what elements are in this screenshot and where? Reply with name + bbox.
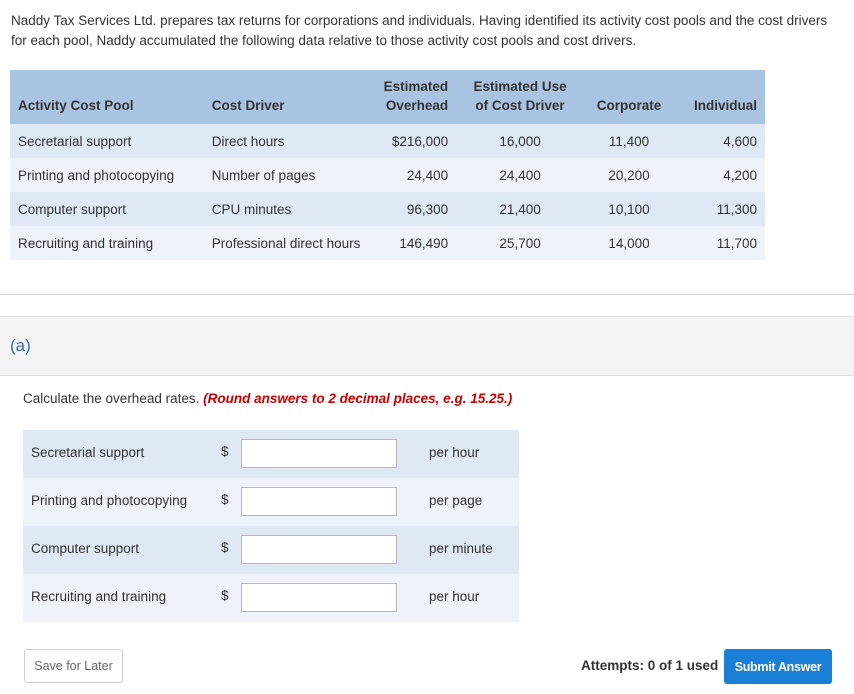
rate-input-recruiting[interactable] (241, 583, 397, 612)
answer-label: Secretarial support (31, 445, 145, 460)
cell-corporate: 20,200 (584, 158, 674, 192)
answer-row-recruiting: Recruiting and training $ per hour (23, 574, 519, 622)
header-corporate: Corporate (584, 70, 674, 124)
cell-pool: Printing and photocopying (10, 158, 204, 192)
rounding-note: (Round answers to 2 decimal places, e.g.… (203, 391, 513, 406)
cell-overhead: 24,400 (375, 158, 457, 192)
cell-use: 25,700 (456, 226, 585, 260)
rate-input-secretarial[interactable] (241, 439, 397, 468)
header-overhead-line2: Overhead (385, 98, 449, 113)
cell-overhead: $216,000 (375, 124, 457, 158)
answer-row-secretarial: Secretarial support $ per hour (23, 430, 519, 478)
unit-label: per page (429, 493, 483, 508)
unit-label: per hour (429, 589, 480, 604)
dollar-sign: $ (221, 588, 229, 603)
cell-driver: Number of pages (203, 158, 376, 192)
dollar-sign: $ (221, 492, 229, 507)
answer-label: Recruiting and training (31, 589, 167, 604)
answer-row-computer: Computer support $ per minute (23, 526, 519, 574)
dollar-sign: $ (221, 444, 229, 459)
section-divider (0, 294, 854, 295)
cost-pool-table: Activity Cost Pool Cost Driver Estimated… (10, 70, 765, 260)
rate-input-computer[interactable] (241, 535, 397, 564)
cell-driver: Direct hours (203, 124, 376, 158)
save-for-later-button[interactable]: Save for Later (24, 649, 123, 683)
cell-overhead: 146,490 (375, 226, 457, 260)
attempts-counter: Attempts: 0 of 1 used (581, 658, 719, 673)
part-header-band (0, 316, 854, 376)
cell-individual: 11,700 (673, 226, 765, 260)
problem-intro: Naddy Tax Services Ltd. prepares tax ret… (11, 13, 828, 48)
part-label: (a) (10, 336, 31, 355)
table-row: Printing and photocopying Number of page… (10, 158, 765, 192)
rate-input-printing[interactable] (241, 487, 397, 516)
cell-corporate: 10,100 (584, 192, 674, 226)
unit-label: per minute (429, 541, 493, 556)
cell-use: 21,400 (456, 192, 585, 226)
header-cost-driver: Cost Driver (203, 70, 376, 124)
cell-driver: Professional direct hours (203, 226, 376, 260)
unit-label: per hour (429, 445, 480, 460)
header-estimated-use: Estimated Use of Cost Driver (456, 70, 585, 124)
submit-answer-button[interactable]: Submit Answer (724, 649, 832, 684)
cell-pool: Secretarial support (10, 124, 204, 158)
instruction-text: Calculate the overhead rates. (Round ans… (23, 391, 512, 406)
cell-individual: 11,300 (673, 192, 765, 226)
cell-corporate: 11,400 (584, 124, 674, 158)
cell-use: 24,400 (456, 158, 585, 192)
cell-pool: Recruiting and training (10, 226, 204, 260)
header-use-line2: of Cost Driver (475, 98, 565, 113)
dollar-sign: $ (221, 540, 229, 555)
cell-driver: CPU minutes (203, 192, 376, 226)
table-header-row: Activity Cost Pool Cost Driver Estimated… (10, 70, 765, 124)
header-individual: Individual (673, 70, 765, 124)
header-overhead-line1: Estimated (383, 79, 449, 94)
header-activity-cost-pool: Activity Cost Pool (10, 70, 204, 124)
table-row: Computer support CPU minutes 96,300 21,4… (10, 192, 765, 226)
cell-overhead: 96,300 (375, 192, 457, 226)
answer-row-printing: Printing and photocopying $ per page (23, 478, 519, 526)
cell-use: 16,000 (456, 124, 585, 158)
cell-corporate: 14,000 (584, 226, 674, 260)
table-row: Secretarial support Direct hours $216,00… (10, 124, 765, 158)
instruction-main: Calculate the overhead rates. (23, 391, 204, 406)
header-use-line1: Estimated Use (473, 79, 567, 94)
answer-grid: Secretarial support $ per hour Printing … (23, 430, 519, 622)
answer-label: Printing and photocopying (31, 493, 188, 508)
answer-label: Computer support (31, 541, 140, 556)
header-estimated-overhead: Estimated Overhead (375, 70, 457, 124)
cell-individual: 4,600 (673, 124, 765, 158)
cell-pool: Computer support (10, 192, 204, 226)
table-row: Recruiting and training Professional dir… (10, 226, 765, 260)
cell-individual: 4,200 (673, 158, 765, 192)
